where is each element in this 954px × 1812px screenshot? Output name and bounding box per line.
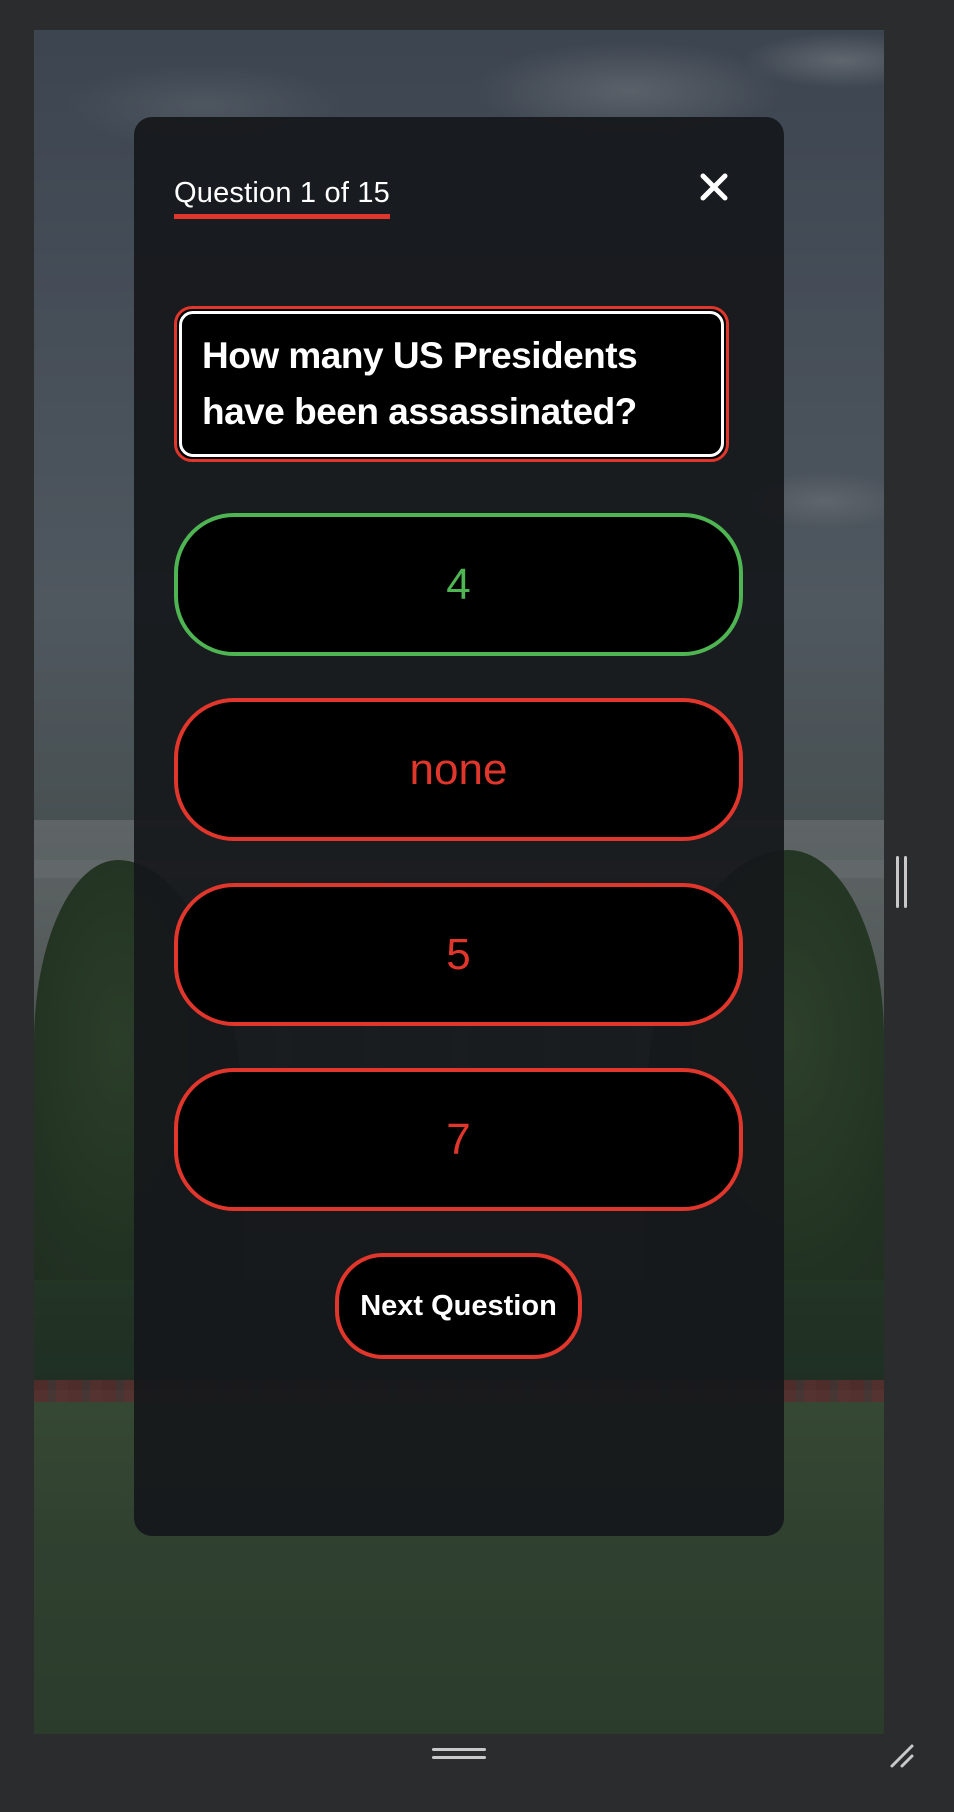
answer-option-1[interactable]: 4	[174, 513, 743, 656]
close-button[interactable]	[694, 167, 734, 207]
question-progress-label: Question 1 of 15	[174, 177, 391, 219]
answer-option-3[interactable]: 5	[174, 883, 743, 1026]
answer-option-4[interactable]: 7	[174, 1068, 743, 1211]
vertical-resize-handle-icon[interactable]	[896, 856, 908, 908]
close-icon	[700, 173, 728, 201]
answer-option-2[interactable]: none	[174, 698, 743, 841]
question-text: How many US Presidents have been assassi…	[202, 335, 638, 432]
next-question-button[interactable]: Next Question	[335, 1253, 582, 1359]
horizontal-resize-handle-icon[interactable]	[432, 1748, 486, 1762]
quiz-modal: Question 1 of 15 How many US Presidents …	[134, 117, 784, 1536]
question-card: How many US Presidents have been assassi…	[174, 306, 729, 462]
corner-resize-icon[interactable]	[888, 1742, 916, 1770]
